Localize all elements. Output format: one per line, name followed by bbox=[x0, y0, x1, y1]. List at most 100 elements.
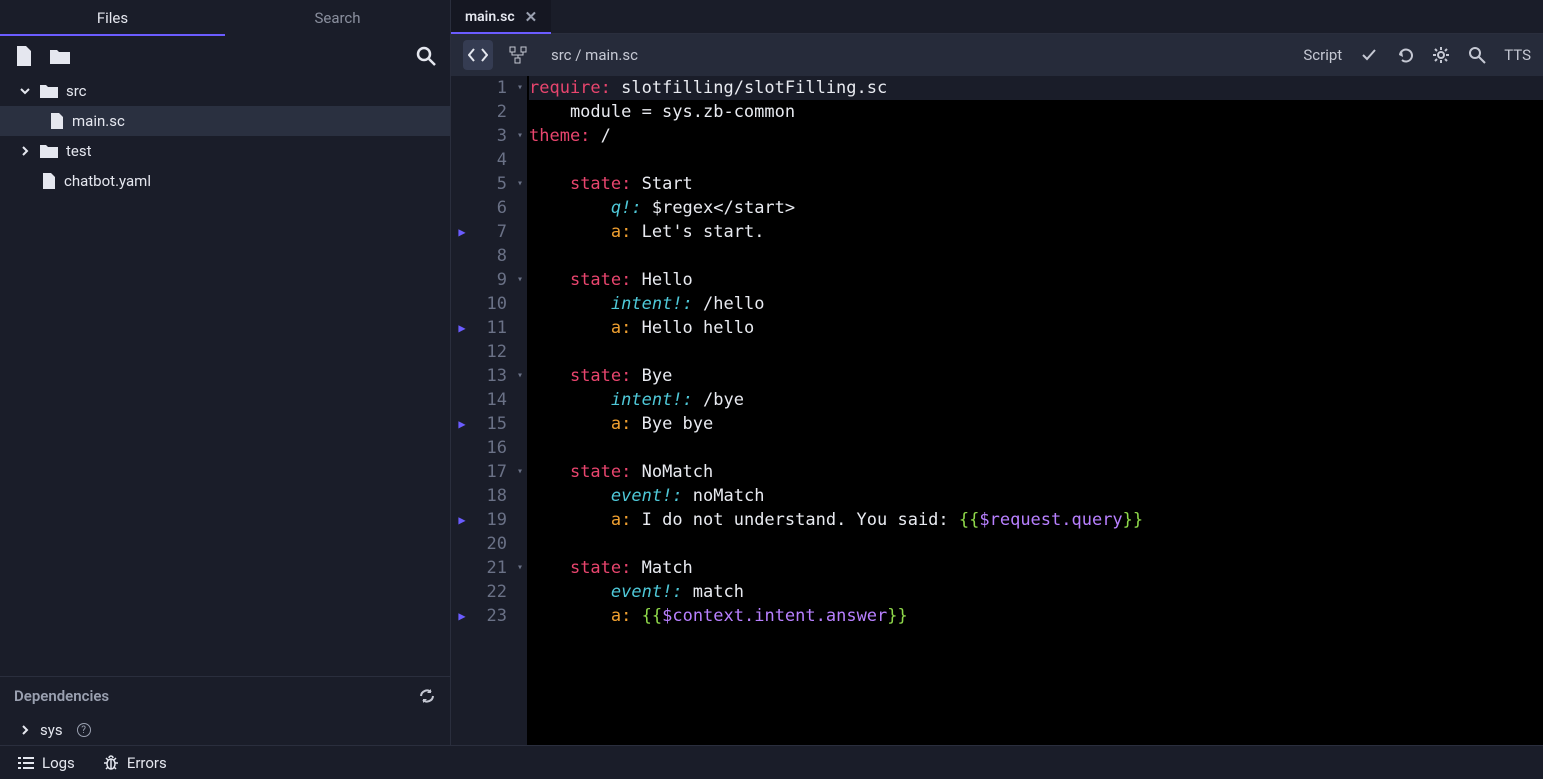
fold-marker[interactable]: ▾ bbox=[513, 268, 527, 292]
gear-icon[interactable] bbox=[1432, 46, 1450, 64]
graph-mode-button[interactable] bbox=[503, 40, 533, 70]
file-tree: src main.sc test c bbox=[0, 76, 450, 676]
folder-icon bbox=[40, 144, 58, 158]
check-icon[interactable] bbox=[1360, 46, 1378, 64]
fold-marker[interactable]: ▾ bbox=[513, 556, 527, 580]
chevron-down-icon bbox=[18, 86, 32, 96]
logs-button[interactable]: Logs bbox=[18, 754, 75, 772]
line-number: 20 bbox=[473, 532, 507, 556]
undo-icon[interactable] bbox=[1396, 46, 1414, 64]
code-line[interactable]: intent!: /bye bbox=[529, 388, 1543, 412]
line-number: 9 bbox=[473, 268, 507, 292]
run-line-icon bbox=[451, 340, 473, 364]
fold-marker[interactable]: ▾ bbox=[513, 124, 527, 148]
line-number: 11 bbox=[473, 316, 507, 340]
code-line[interactable]: state: Bye bbox=[529, 364, 1543, 388]
line-number: 4 bbox=[473, 148, 507, 172]
new-folder-icon[interactable] bbox=[48, 44, 72, 68]
fold-marker bbox=[513, 580, 527, 604]
line-number: 1 bbox=[473, 76, 507, 100]
run-line-icon[interactable]: ▶ bbox=[451, 508, 473, 532]
tree-file-main[interactable]: main.sc bbox=[0, 106, 450, 136]
fold-marker[interactable]: ▾ bbox=[513, 172, 527, 196]
line-number: 22 bbox=[473, 580, 507, 604]
line-number: 17 bbox=[473, 460, 507, 484]
fold-marker[interactable]: ▾ bbox=[513, 76, 527, 100]
refresh-icon[interactable] bbox=[418, 687, 436, 705]
close-icon[interactable]: ✕ bbox=[525, 8, 538, 26]
run-line-icon bbox=[451, 436, 473, 460]
code-line[interactable]: a: Let's start. bbox=[529, 220, 1543, 244]
code-line[interactable]: a: Hello hello bbox=[529, 316, 1543, 340]
code-line[interactable]: q!: $regex</start> bbox=[529, 196, 1543, 220]
run-line-icon[interactable]: ▶ bbox=[451, 604, 473, 628]
code-line[interactable] bbox=[529, 244, 1543, 268]
editor-tabs: main.sc ✕ bbox=[451, 0, 1543, 34]
tree-file-chatbot[interactable]: chatbot.yaml bbox=[0, 166, 450, 196]
code-line[interactable]: state: Start bbox=[529, 172, 1543, 196]
tree-label: src bbox=[66, 82, 87, 100]
code-line[interactable] bbox=[529, 532, 1543, 556]
code-line[interactable]: state: NoMatch bbox=[529, 460, 1543, 484]
line-number: 23 bbox=[473, 604, 507, 628]
run-line-icon[interactable]: ▶ bbox=[451, 220, 473, 244]
dependencies-title: Dependencies bbox=[14, 687, 109, 705]
script-dropdown[interactable]: Script bbox=[1303, 46, 1342, 64]
line-number: 7 bbox=[473, 220, 507, 244]
line-number: 6 bbox=[473, 196, 507, 220]
new-file-icon[interactable] bbox=[12, 44, 36, 68]
tree-label: main.sc bbox=[72, 112, 125, 130]
errors-button[interactable]: Errors bbox=[103, 754, 167, 772]
dependencies-header[interactable]: Dependencies bbox=[0, 677, 450, 715]
fold-marker[interactable]: ▾ bbox=[513, 460, 527, 484]
fold-marker bbox=[513, 508, 527, 532]
editor-area: main.sc ✕ src / main.sc Script TTS ▶ ▶ ▶ ▶ ▶ bbox=[451, 0, 1543, 745]
tts-button[interactable]: TTS bbox=[1504, 46, 1531, 64]
code-line[interactable]: a: {{$context.intent.answer}} bbox=[529, 604, 1543, 628]
editor-tab-main[interactable]: main.sc ✕ bbox=[451, 0, 551, 33]
fold-marker bbox=[513, 100, 527, 124]
run-line-icon[interactable]: ▶ bbox=[451, 412, 473, 436]
help-icon[interactable]: ? bbox=[77, 723, 91, 737]
code-line[interactable]: require: slotfilling/slotFilling.sc bbox=[529, 76, 1543, 100]
run-line-icon[interactable]: ▶ bbox=[451, 316, 473, 340]
code-line[interactable]: state: Match bbox=[529, 556, 1543, 580]
run-line-icon bbox=[451, 292, 473, 316]
code-line[interactable]: event!: noMatch bbox=[529, 484, 1543, 508]
tab-search[interactable]: Search bbox=[225, 0, 450, 36]
tab-search-label: Search bbox=[314, 9, 360, 27]
line-number: 10 bbox=[473, 292, 507, 316]
tree-folder-test[interactable]: test bbox=[0, 136, 450, 166]
tree-folder-src[interactable]: src bbox=[0, 76, 450, 106]
search-icon[interactable] bbox=[414, 44, 438, 68]
code-line[interactable]: a: I do not understand. You said: {{$req… bbox=[529, 508, 1543, 532]
sidebar: Files Search src bbox=[0, 0, 451, 745]
run-line-icon bbox=[451, 100, 473, 124]
code-line[interactable] bbox=[529, 340, 1543, 364]
code-line[interactable]: intent!: /hello bbox=[529, 292, 1543, 316]
code-line[interactable] bbox=[529, 148, 1543, 172]
editor-toolbar: src / main.sc Script TTS bbox=[451, 34, 1543, 76]
fold-marker[interactable]: ▾ bbox=[513, 364, 527, 388]
run-line-icon bbox=[451, 124, 473, 148]
fold-marker bbox=[513, 532, 527, 556]
code-line[interactable]: theme: / bbox=[529, 124, 1543, 148]
code-line[interactable]: module = sys.zb-common bbox=[529, 100, 1543, 124]
tree-dep-sys[interactable]: sys ? bbox=[0, 715, 450, 745]
logs-label: Logs bbox=[42, 754, 75, 772]
code-line[interactable]: event!: match bbox=[529, 580, 1543, 604]
run-line-icon bbox=[451, 388, 473, 412]
run-line-icon bbox=[451, 244, 473, 268]
search-icon[interactable] bbox=[1468, 46, 1486, 64]
file-icon bbox=[42, 173, 56, 189]
code-line[interactable]: state: Hello bbox=[529, 268, 1543, 292]
tab-files[interactable]: Files bbox=[0, 0, 225, 36]
fold-marker bbox=[513, 412, 527, 436]
code-mode-button[interactable] bbox=[463, 40, 493, 70]
run-line-icon bbox=[451, 580, 473, 604]
code-line[interactable]: a: Bye bye bbox=[529, 412, 1543, 436]
fold-marker bbox=[513, 316, 527, 340]
tree-label: sys bbox=[40, 721, 63, 739]
code-editor[interactable]: ▶▶▶▶▶ 1234567891011121314151617181920212… bbox=[451, 76, 1543, 745]
code-line[interactable] bbox=[529, 436, 1543, 460]
